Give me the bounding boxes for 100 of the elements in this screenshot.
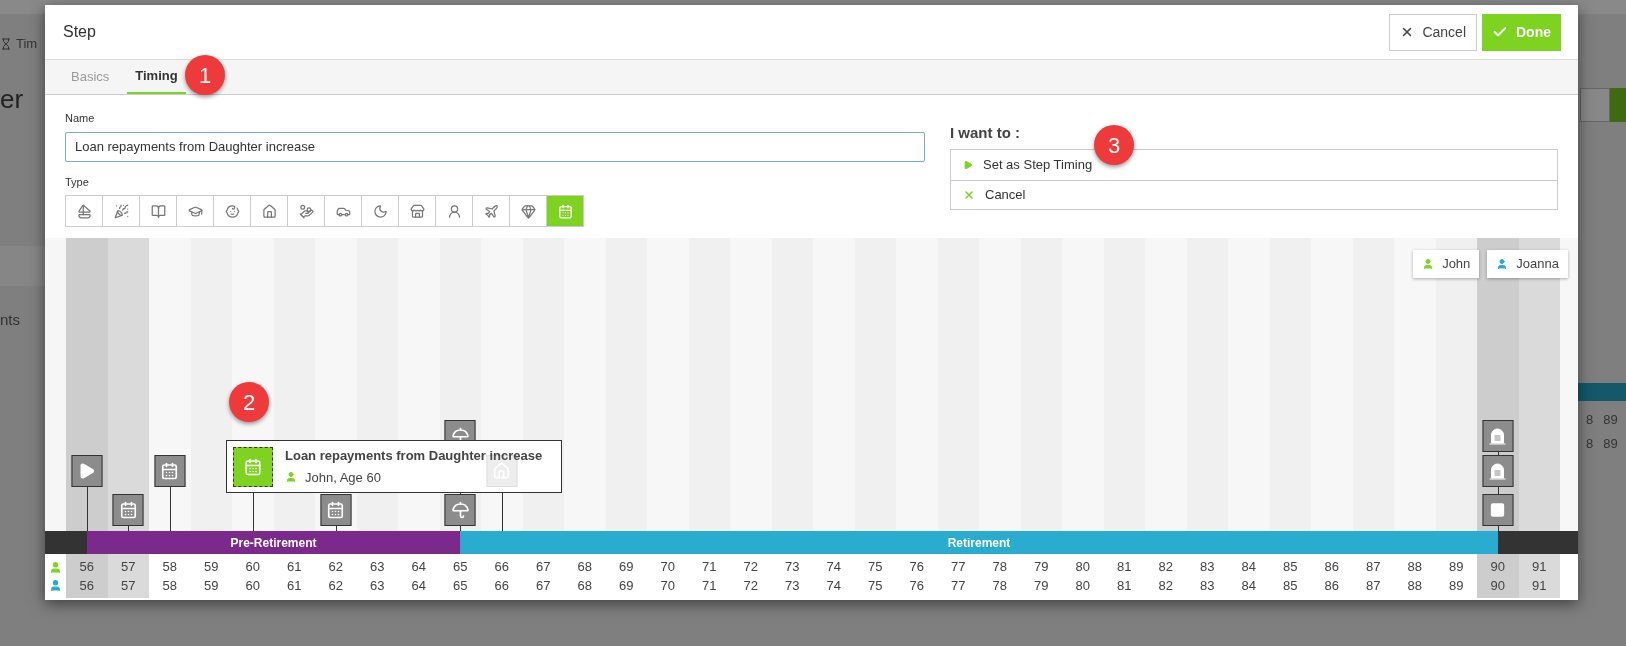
age-label: 87: [1366, 577, 1381, 594]
timeline-marker[interactable]: [233, 446, 273, 487]
cancel-button[interactable]: Cancel: [1389, 13, 1477, 51]
age-label: 57: [121, 558, 136, 575]
age-label: 77: [951, 577, 966, 594]
type-option[interactable]: [361, 195, 399, 227]
coins-icon: [298, 203, 314, 219]
action-item[interactable]: Cancel: [951, 179, 1557, 209]
age-label: 63: [370, 577, 385, 594]
book-icon: [150, 203, 166, 219]
age-label: 72: [743, 558, 758, 575]
table-cell-text: 8: [1586, 435, 1594, 453]
age-label: 86: [1324, 558, 1339, 575]
type-option[interactable]: [324, 195, 362, 227]
table-header-bar: [1578, 383, 1626, 401]
close-icon: [963, 188, 975, 201]
play-icon: [963, 159, 973, 170]
dialog-tab[interactable]: Timing: [127, 60, 186, 94]
age-label: 60: [245, 558, 260, 575]
age-label: 77: [951, 558, 966, 575]
age-label: 89: [1449, 558, 1464, 575]
age-label: 68: [577, 558, 592, 575]
age-label: 73: [785, 577, 800, 594]
tombstone-icon: [1488, 462, 1507, 480]
age-label: 82: [1158, 577, 1173, 594]
tombstone-icon: [1488, 427, 1507, 445]
age-label: 73: [785, 558, 800, 575]
type-option[interactable]: [287, 195, 325, 227]
age-label: 63: [370, 558, 385, 575]
type-option[interactable]: [102, 195, 140, 227]
type-option[interactable]: [65, 195, 103, 227]
type-option[interactable]: [250, 195, 288, 227]
gem-icon: [520, 203, 536, 219]
store-icon: [409, 203, 425, 219]
timeline-marker[interactable]: [1482, 420, 1514, 452]
age-label: 78: [992, 577, 1007, 594]
plane-icon: [483, 203, 499, 219]
house-icon: [261, 203, 277, 219]
age-label: 79: [1034, 558, 1049, 575]
age-label: 68: [577, 577, 592, 594]
timeline-marker[interactable]: [1482, 455, 1514, 487]
age-label: 81: [1117, 558, 1132, 575]
age-label: 61: [287, 558, 302, 575]
page-heading: er: [0, 84, 24, 114]
party-popper-icon: [113, 203, 129, 219]
type-option[interactable]: [398, 195, 436, 227]
age-label: 71: [702, 558, 717, 575]
calendar-icon: [160, 462, 179, 480]
timeline-marker[interactable]: [444, 494, 476, 526]
type-label: Type: [65, 174, 90, 190]
connector-line: [86, 487, 88, 531]
age-label: 61: [287, 577, 302, 594]
name-field[interactable]: Loan repayments from Daughter increase: [65, 131, 925, 162]
age-label: 69: [619, 558, 634, 575]
age-label: 62: [328, 577, 343, 594]
timeline-marker[interactable]: [112, 494, 144, 526]
age-label: 65: [453, 558, 468, 575]
moon-icon: [372, 203, 388, 219]
dialog-title: Step: [63, 22, 96, 42]
timeline-marker[interactable]: [320, 494, 352, 526]
connector-line: [169, 487, 171, 531]
age-label: 56: [79, 558, 94, 575]
age-label: 81: [1117, 577, 1132, 594]
type-option[interactable]: [435, 195, 473, 227]
age-label: 89: [1449, 577, 1464, 594]
person-filter[interactable]: John: [1413, 250, 1480, 278]
page-button[interactable]: [1580, 88, 1610, 122]
age-label: 91: [1532, 558, 1547, 575]
age-label: 83: [1200, 577, 1215, 594]
type-option[interactable]: [509, 195, 547, 227]
timeline-marker[interactable]: [71, 455, 103, 487]
person-icon: [285, 471, 297, 484]
type-option[interactable]: [213, 195, 251, 227]
age-label: 62: [328, 558, 343, 575]
graduation-cap-icon: [187, 203, 203, 219]
age-label: 58: [162, 558, 177, 575]
age-label: 67: [536, 558, 551, 575]
timeline-marker[interactable]: [154, 455, 186, 487]
age-label: 79: [1034, 577, 1049, 594]
person-filter[interactable]: Joanna: [1487, 250, 1568, 278]
age-label: 80: [1075, 558, 1090, 575]
actions-title: I want to :: [950, 123, 1021, 143]
table-cell-text: 8: [1586, 411, 1594, 429]
baby-icon: [224, 203, 240, 219]
age-label: 64: [411, 558, 426, 575]
age-label: 70: [660, 577, 675, 594]
age-label: 78: [992, 558, 1007, 575]
age-label: 88: [1407, 577, 1422, 594]
calendar-icon: [119, 501, 138, 519]
age-label: 70: [660, 558, 675, 575]
type-option[interactable]: [472, 195, 510, 227]
timeline-marker[interactable]: [1482, 494, 1514, 526]
age-label: 88: [1407, 558, 1422, 575]
age-label: 82: [1158, 558, 1173, 575]
type-option[interactable]: [139, 195, 177, 227]
type-option[interactable]: [176, 195, 214, 227]
hourglass-icon: [0, 37, 12, 50]
age-label: 58: [162, 577, 177, 594]
age-label: 85: [1283, 558, 1298, 575]
age-label: 66: [494, 558, 509, 575]
